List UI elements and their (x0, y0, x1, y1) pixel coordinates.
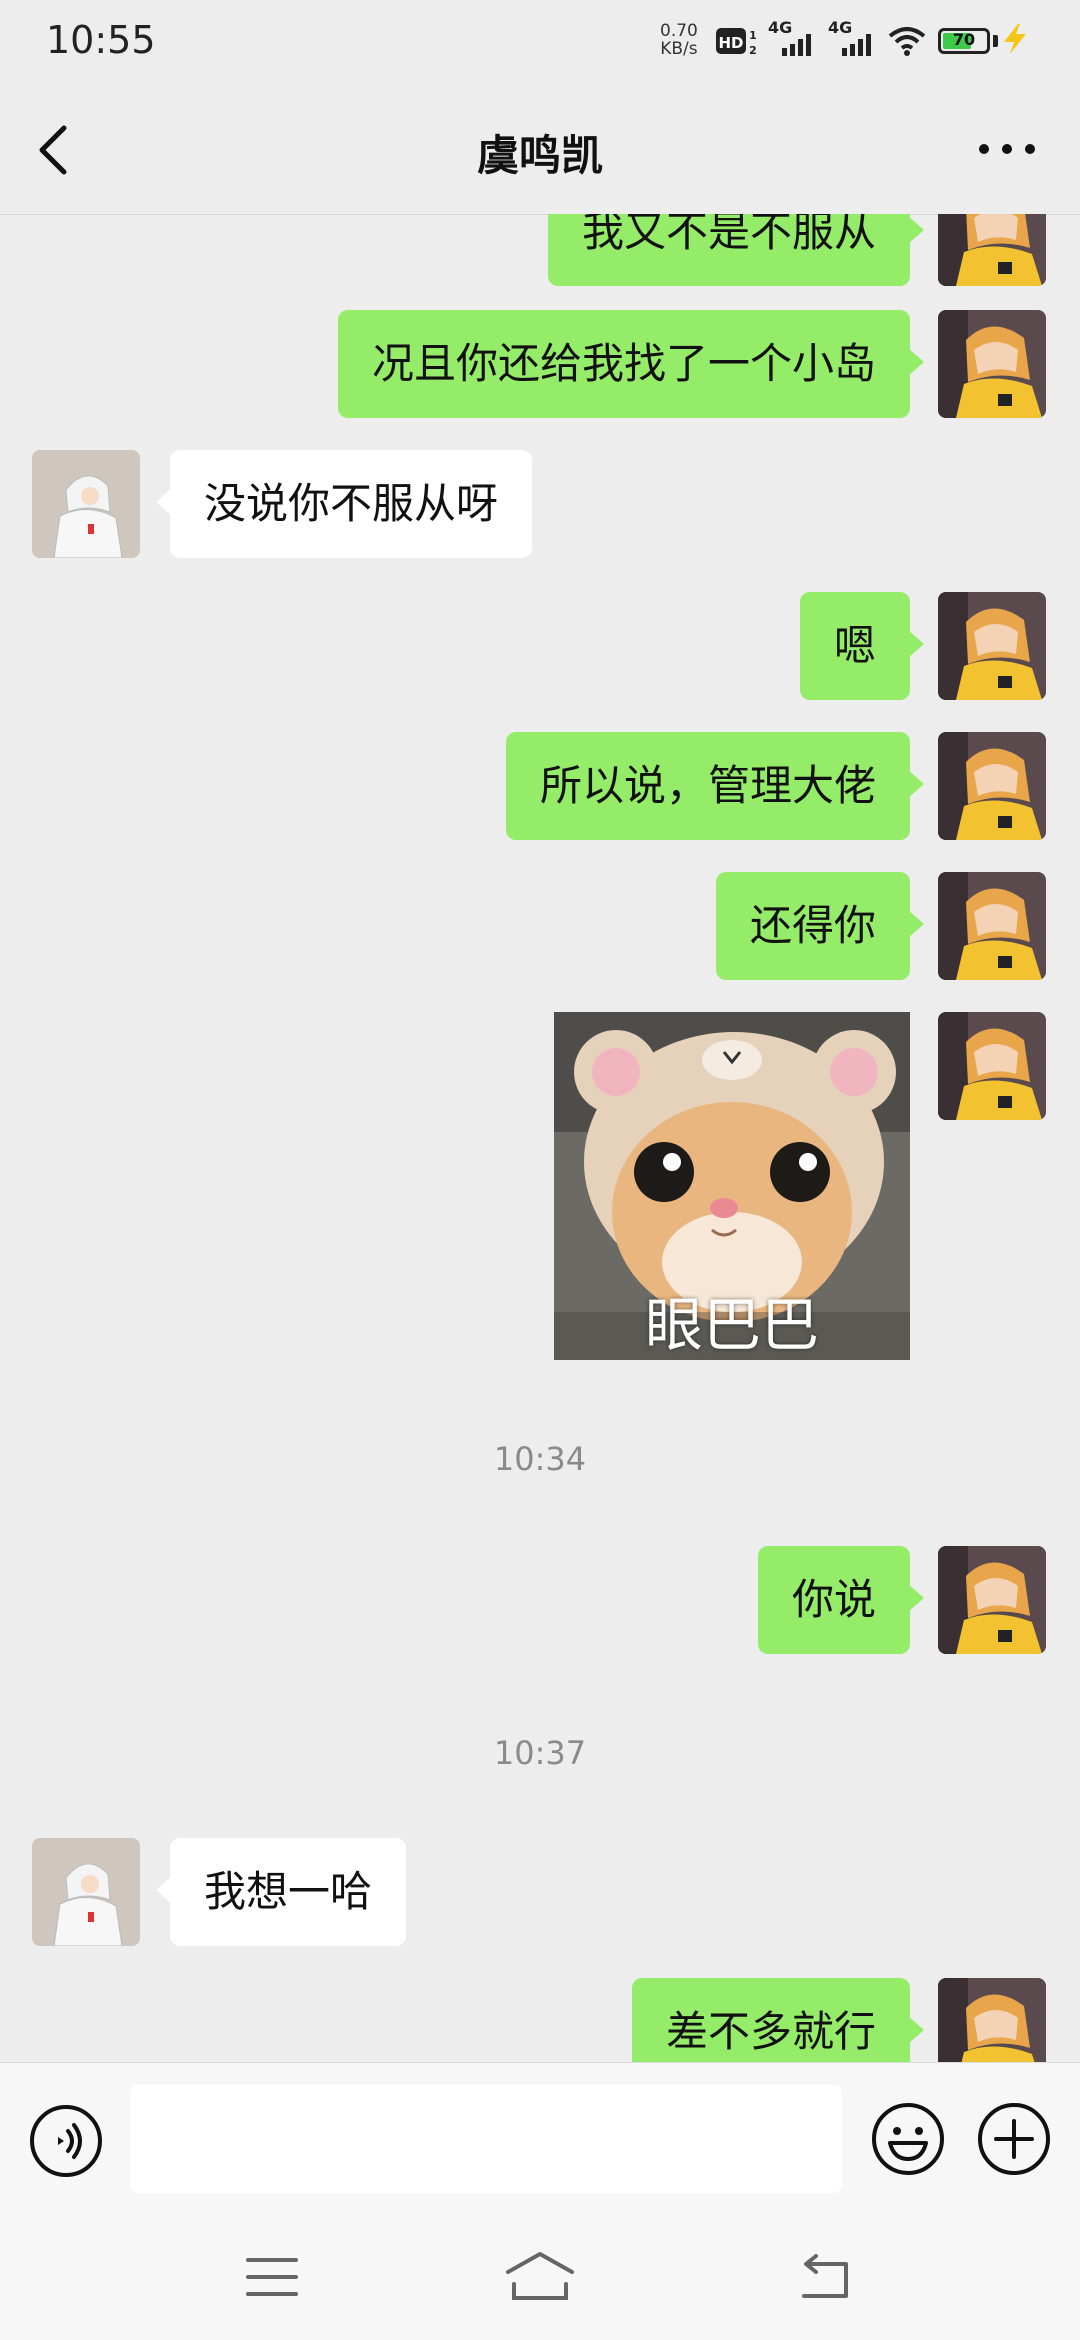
my-avatar[interactable] (938, 1012, 1046, 1120)
my-avatar[interactable] (938, 592, 1046, 700)
system-back-button[interactable] (796, 2252, 856, 2306)
svg-text:1: 1 (749, 29, 757, 42)
battery-level: 70 (952, 30, 976, 49)
message-row: 嗯 (0, 592, 1080, 700)
my-avatar[interactable] (938, 310, 1046, 418)
wifi-icon (888, 26, 926, 60)
my-message-bubble[interactable]: 嗯 (799, 592, 925, 700)
back-icon (802, 2254, 848, 2298)
status-time: 10:55 (46, 18, 156, 62)
message-row: 眼巴巴 (0, 1012, 1080, 1360)
message-row: 所以说，管理大佬 (0, 732, 1080, 840)
sticker-message[interactable]: 眼巴巴 (554, 1012, 910, 1360)
hd-label: HD (718, 34, 743, 52)
message-row: 况且你还给我找了一个小岛 (0, 310, 1080, 418)
voice-icon (30, 2105, 102, 2177)
battery-tip (993, 35, 998, 47)
my-avatar[interactable] (938, 214, 1046, 286)
my-message-bubble[interactable]: 所以说，管理大佬 (505, 732, 925, 840)
network-speed: 0.70 KB/s (660, 22, 698, 58)
my-avatar[interactable] (938, 872, 1046, 980)
message-input[interactable] (130, 2085, 842, 2193)
my-avatar[interactable] (938, 1546, 1046, 1654)
contact-message-bubble[interactable]: 没说你不服从呀 (155, 450, 533, 558)
chat-title: 虞鸣凯 (476, 131, 603, 180)
status-bar: 10:55 0.70 KB/s HD 1 2 4G 4G 70 (0, 0, 1080, 84)
network-speed-unit: KB/s (660, 39, 698, 59)
message-row: 我想一哈 (0, 1838, 1080, 1946)
my-message-bubble[interactable]: 你说 (757, 1546, 925, 1654)
recent-apps-button[interactable] (244, 2254, 300, 2304)
plus-icon (978, 2103, 1050, 2175)
battery-icon: 70 (938, 28, 990, 54)
sticker-caption: 眼巴巴 (644, 1291, 819, 1359)
message-timestamp: 10:34 (493, 1440, 587, 1478)
menu-icon (246, 2258, 298, 2296)
my-message-bubble[interactable]: 差不多就行 (631, 1978, 925, 2062)
home-button[interactable] (504, 2250, 576, 2308)
my-avatar[interactable] (938, 732, 1046, 840)
system-navigation-bar (0, 2220, 1080, 2340)
message-row: 还得你 (0, 872, 1080, 980)
svg-text:2: 2 (749, 44, 757, 56)
message-row: 我又不是不服从 (0, 214, 1080, 286)
more-button[interactable] (972, 124, 1042, 174)
charging-icon (1000, 22, 1030, 60)
message-row: 差不多就行 (0, 1978, 1080, 2062)
home-icon (506, 2252, 574, 2300)
contact-message-bubble[interactable]: 我想一哈 (155, 1838, 407, 1946)
more-dots-icon (979, 144, 1035, 154)
contact-avatar[interactable] (32, 1838, 140, 1946)
chat-header: 虞鸣凯 (0, 84, 1080, 215)
message-row: 没说你不服从呀 (0, 450, 1080, 558)
my-avatar[interactable] (938, 1978, 1046, 2062)
message-row: 你说 (0, 1546, 1080, 1654)
emoji-icon (872, 2103, 944, 2175)
emoji-button[interactable] (870, 2101, 946, 2181)
hd-voice-icon: HD 1 2 (716, 26, 760, 60)
voice-button[interactable] (28, 2103, 104, 2183)
more-functions-button[interactable] (976, 2101, 1052, 2181)
network-speed-value: 0.70 (660, 21, 698, 41)
my-message-bubble[interactable]: 我又不是不服从 (547, 214, 925, 286)
message-timestamp: 10:37 (493, 1734, 587, 1772)
my-message-bubble[interactable]: 还得你 (715, 872, 925, 980)
chat-input-bar (0, 2062, 1080, 2221)
my-message-bubble[interactable]: 况且你还给我找了一个小岛 (337, 310, 925, 418)
contact-avatar[interactable] (32, 450, 140, 558)
chat-message-list[interactable]: 我又不是不服从 况且你还给我找了一个小岛 没说你不服从呀 嗯 所以说，管理大佬 … (0, 214, 1080, 2062)
